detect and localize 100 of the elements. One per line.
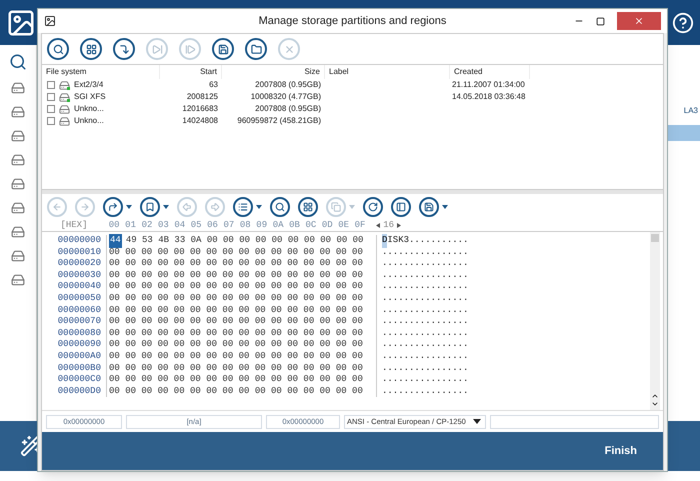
table-cell: 12016683 xyxy=(182,103,218,115)
save-icon xyxy=(424,202,434,212)
search-icon xyxy=(275,202,285,212)
hex-bytes: 00 00 00 00 00 00 00 00 00 00 00 00 00 00 00 00 xyxy=(109,304,363,317)
drive-icon[interactable] xyxy=(11,249,25,263)
column-header: 05 xyxy=(190,218,203,232)
copy-icon xyxy=(331,202,341,212)
hex-bytes: 00 00 00 00 00 00 00 00 00 00 00 00 00 00 00 00 xyxy=(109,315,363,328)
column-header: 09 xyxy=(255,218,268,232)
toolbar-button[interactable] xyxy=(419,197,448,217)
offset-label: 000000B0 xyxy=(56,362,102,375)
cursor-char[interactable]: D xyxy=(382,234,388,248)
grid-icon xyxy=(86,44,96,54)
close-icon xyxy=(284,44,294,54)
maximize-icon[interactable] xyxy=(596,16,605,26)
scroll-up-icon[interactable] xyxy=(651,392,659,400)
column-header[interactable]: Created xyxy=(450,65,530,79)
ascii-text: ................ xyxy=(382,280,468,294)
ascii-text: ................ xyxy=(382,268,468,282)
app-icon xyxy=(44,15,56,27)
ascii-text: ................ xyxy=(382,246,468,259)
right-arrow-icon xyxy=(80,202,90,212)
toolbar-button[interactable] xyxy=(113,38,135,60)
drive-icon[interactable] xyxy=(11,105,25,119)
table-cell: 21.11.2007 01:34:00 xyxy=(452,80,525,89)
hex-bytes: 00 00 00 00 00 00 00 00 00 00 00 00 00 00 00 00 xyxy=(109,326,363,340)
toolbar-button[interactable] xyxy=(212,38,234,60)
toolbar-button[interactable] xyxy=(298,197,318,217)
folder-icon xyxy=(250,44,262,54)
toolbar-button[interactable] xyxy=(391,197,411,217)
search-icon[interactable] xyxy=(9,53,27,71)
column-header[interactable]: Start xyxy=(160,65,222,79)
ascii-text: ................ xyxy=(382,326,468,340)
hex-bytes: 00 00 00 00 00 00 00 00 00 00 00 00 00 00 00 00 xyxy=(109,338,363,352)
drive-icon[interactable] xyxy=(11,273,25,287)
drive-icon[interactable] xyxy=(11,153,25,167)
left-arrow-icon xyxy=(52,202,62,212)
ascii-text: ................ xyxy=(382,350,468,363)
hex-bytes: 00 00 00 00 00 00 00 00 00 00 00 00 00 00 00 00 xyxy=(109,268,363,282)
column-header: 08 xyxy=(238,218,252,232)
drive-icon[interactable] xyxy=(11,201,25,215)
column-header[interactable]: File system xyxy=(42,65,160,79)
toolbar-button[interactable] xyxy=(270,197,290,217)
row-checkbox[interactable] xyxy=(47,117,55,125)
offset-label: 00000040 xyxy=(56,280,102,294)
caret-icon xyxy=(126,205,132,209)
ascii-text: ................ xyxy=(382,362,468,375)
offset-label: 00000070 xyxy=(56,315,102,328)
column-header: 0C xyxy=(304,218,318,232)
hex-bytes: 00 00 00 00 00 00 00 00 00 00 00 00 00 00 00 00 xyxy=(109,257,363,270)
scrollbar[interactable] xyxy=(650,232,660,410)
cursor-byte[interactable]: 44 xyxy=(109,234,122,248)
input-field[interactable] xyxy=(490,414,659,428)
drive-icon[interactable] xyxy=(11,177,25,191)
column-header: 0E xyxy=(337,218,350,232)
row-checkbox[interactable] xyxy=(47,81,55,89)
right-arrow-icon[interactable] xyxy=(397,223,402,228)
toolbar-button[interactable] xyxy=(245,38,267,60)
column-header[interactable]: Size xyxy=(222,65,325,79)
offset-label: 00000010 xyxy=(56,246,102,259)
toolbar-button[interactable] xyxy=(233,197,262,217)
finish-button[interactable]: Finish xyxy=(604,442,637,460)
drive-icon[interactable] xyxy=(11,225,25,239)
offset-label: 00000090 xyxy=(56,338,102,352)
drive-icon[interactable] xyxy=(11,129,25,143)
row-checkbox[interactable] xyxy=(47,105,55,113)
ascii-text: ................ xyxy=(382,304,468,317)
ascii-text: ................ xyxy=(382,315,468,328)
toolbar-button[interactable] xyxy=(140,197,169,217)
hex-bytes: 00 00 00 00 00 00 00 00 00 00 00 00 00 00 00 00 xyxy=(109,350,363,363)
ascii-text: ................ xyxy=(382,257,468,270)
help-icon[interactable] xyxy=(672,12,694,34)
offset-label: 00000080 xyxy=(56,326,102,340)
column-header: 02 xyxy=(140,218,154,232)
column-header: 06 xyxy=(206,218,219,232)
ascii-text: ................ xyxy=(382,384,468,398)
scroll-down-icon[interactable] xyxy=(651,400,659,408)
column-header[interactable]: Label xyxy=(325,65,450,79)
hex-bytes: 00 00 00 00 00 00 00 00 00 00 00 00 00 00 00 00 xyxy=(109,280,363,294)
hex-bytes: 00 00 00 00 00 00 00 00 00 00 00 00 00 00 00 00 xyxy=(109,384,363,398)
hex-bytes: 49 53 4B 33 0A 00 00 00 00 00 00 00 00 00 00 xyxy=(126,234,364,248)
drive-icon[interactable] xyxy=(11,81,25,95)
table-cell: 2007808 (0.95GB) xyxy=(255,103,321,115)
scroll-thumb[interactable] xyxy=(651,234,659,242)
toolbar-button[interactable] xyxy=(80,38,102,60)
width-value: 16 xyxy=(383,218,394,232)
toolbar-button[interactable] xyxy=(103,197,132,217)
ascii-text: ISK3........... xyxy=(387,234,468,248)
table-cell: Unkno... xyxy=(74,115,104,127)
hex-bytes: 00 00 00 00 00 00 00 00 00 00 00 00 00 00 00 00 xyxy=(109,362,363,375)
logo-icon xyxy=(6,8,36,38)
left-arrow-icon[interactable] xyxy=(376,223,380,228)
table-cell: 14024808 xyxy=(182,115,218,127)
toolbar-button[interactable] xyxy=(363,197,383,217)
hex-bytes: 00 00 00 00 00 00 00 00 00 00 00 00 00 00 00 00 xyxy=(109,292,363,306)
offset-label: 00000030 xyxy=(56,268,102,282)
row-checkbox[interactable] xyxy=(47,93,55,101)
toolbar-button[interactable] xyxy=(47,38,69,60)
offset-label: 00000000 xyxy=(56,234,102,248)
down-arrow-icon xyxy=(118,44,130,54)
